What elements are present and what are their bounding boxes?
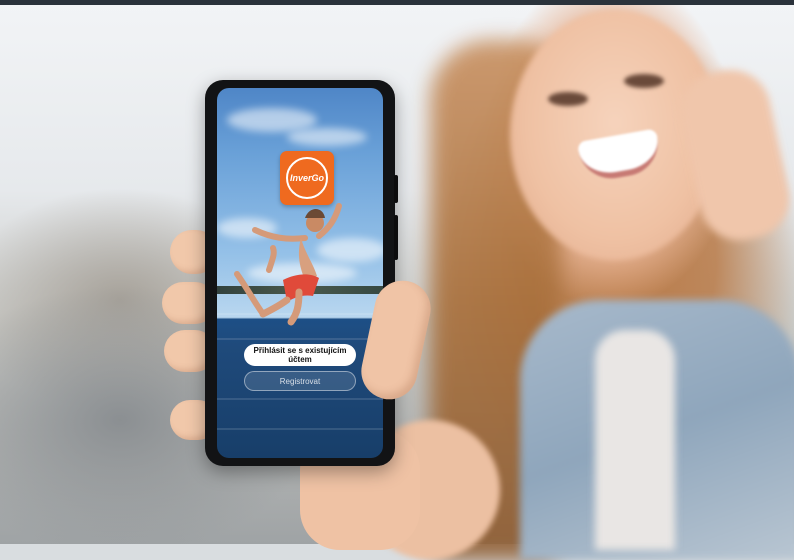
logo-ring-icon: InverGo [286,157,328,199]
top-bar [0,0,794,5]
jumping-man-image [234,203,342,326]
login-existing-account-button[interactable]: Přihlásit se s existujícím účtem [244,344,356,366]
app-screen: InverGo Přihlásit se s existujícím účtem… [217,88,383,458]
background-photo [0,0,794,560]
app-logo: InverGo [280,151,334,205]
register-button[interactable]: Registrovat [244,371,356,391]
logo-text: InverGo [289,173,324,183]
phone-device: InverGo Přihlásit se s existujícím účtem… [205,80,398,466]
